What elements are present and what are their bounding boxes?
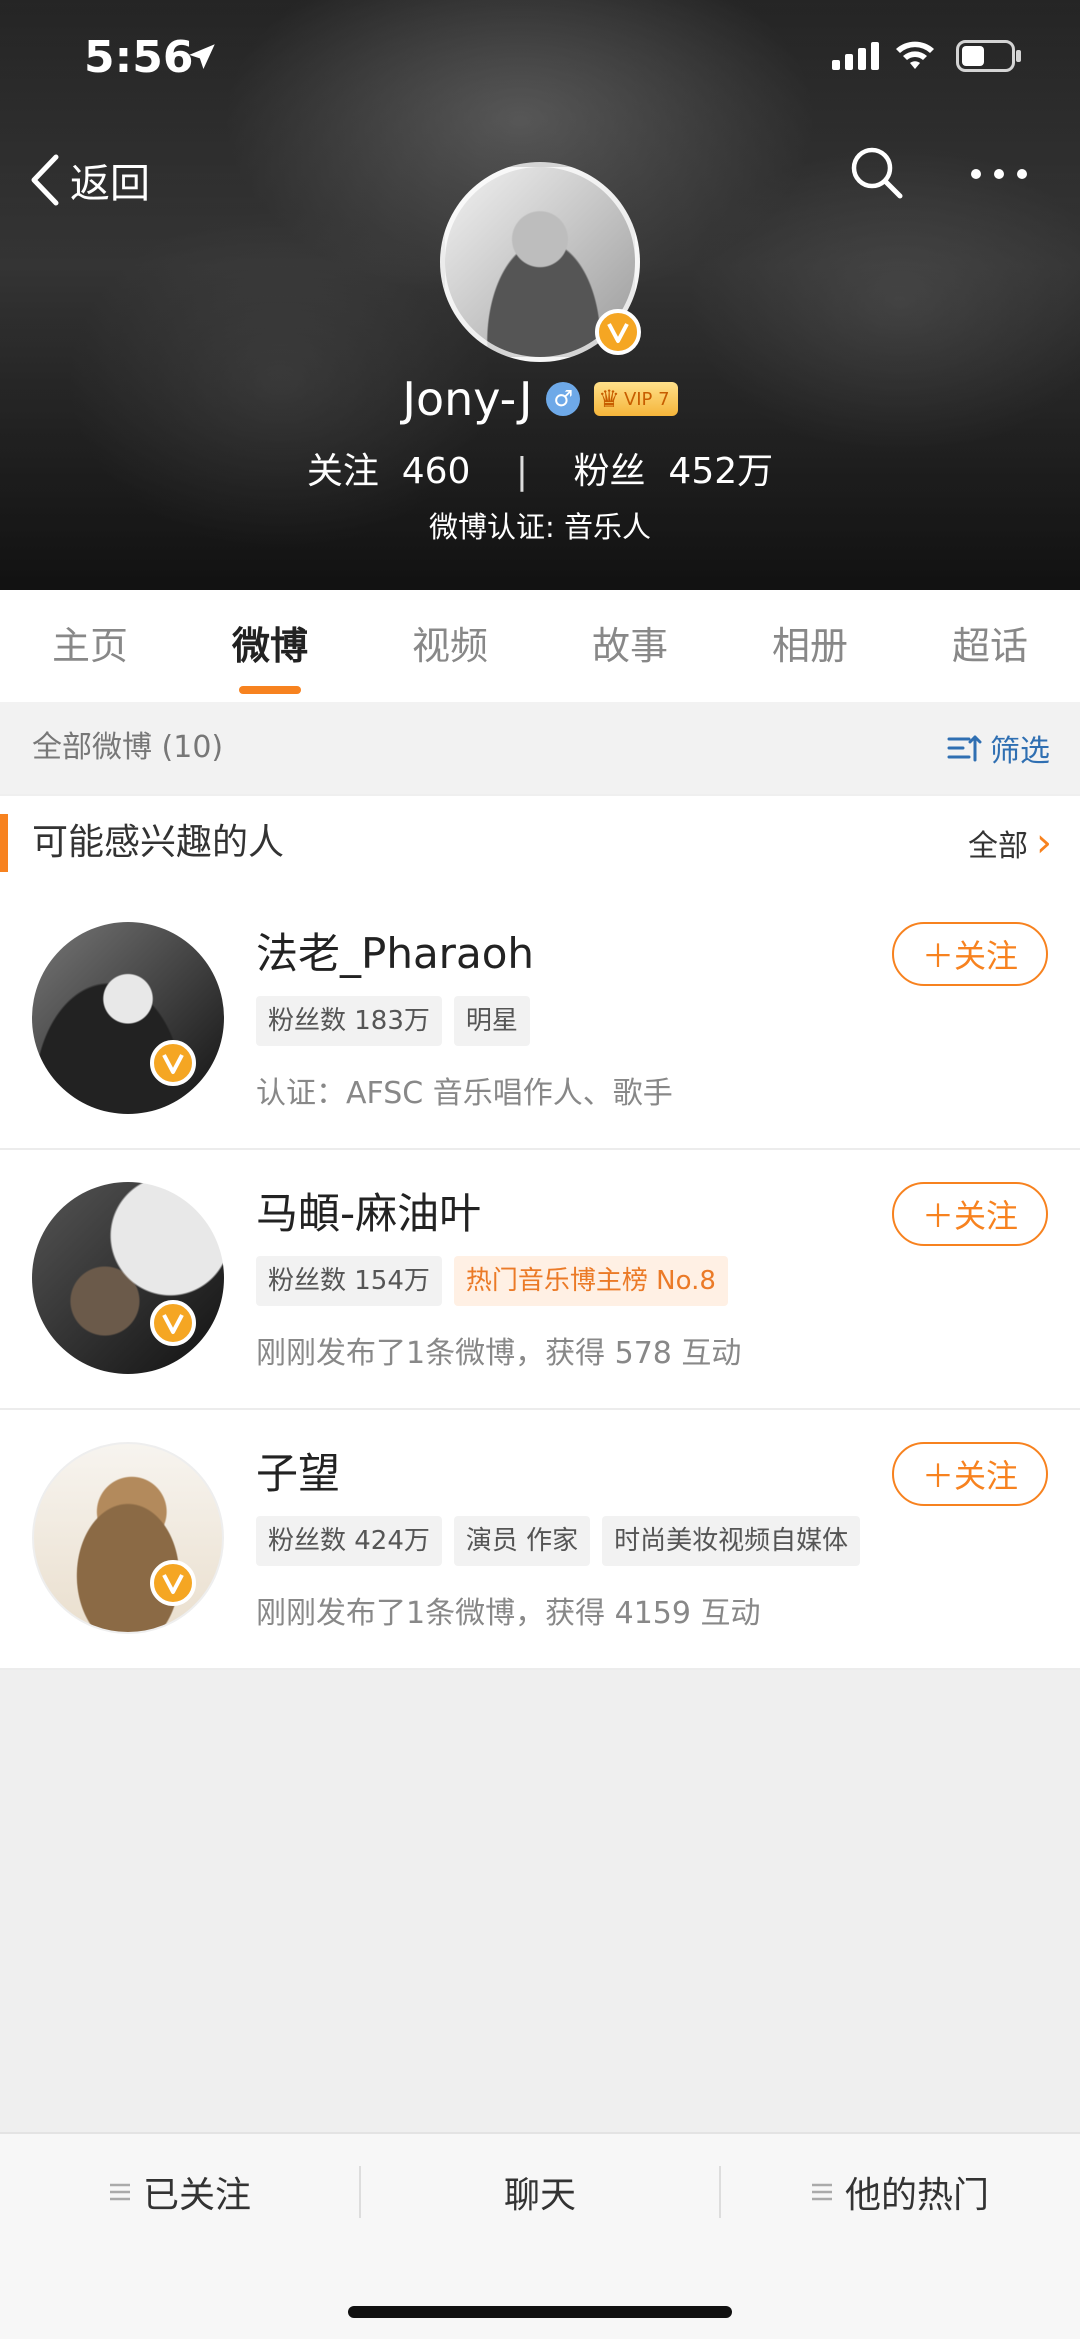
ranking-tag[interactable]: 热门音乐博主榜 No.8	[453, 1256, 728, 1306]
verified-badge-icon	[150, 1040, 196, 1086]
feed-filter-bar: 全部微博 (10) 筛选	[0, 702, 1080, 794]
profile-name: Jony-J	[402, 372, 533, 426]
tab-stories[interactable]: 故事	[540, 590, 720, 702]
filter-icon	[947, 735, 982, 762]
follow-button[interactable]: ＋关注	[892, 1442, 1048, 1506]
followers-link[interactable]: 粉丝 452万	[574, 451, 774, 492]
profile-stats: 关注 460 | 粉丝 452万	[0, 442, 1080, 494]
user-tags: 粉丝数 154万 热门音乐博主榜 No.8	[256, 1256, 728, 1306]
follow-button[interactable]: ＋关注	[892, 1182, 1048, 1246]
search-icon[interactable]	[848, 144, 904, 200]
following-label: 关注	[306, 451, 379, 492]
chat-label: 聊天	[503, 2175, 576, 2216]
battery-icon	[956, 40, 1021, 72]
cellular-signal-icon	[832, 42, 879, 70]
crown-icon: ♛	[598, 385, 620, 413]
suggestions-title: 可能感兴趣的人	[32, 822, 285, 863]
user-description: 认证：AFSC 音乐唱作人、歌手	[256, 1076, 673, 1111]
wifi-icon	[896, 41, 934, 69]
follow-button[interactable]: ＋关注	[892, 922, 1048, 986]
status-bar: 5:56	[0, 0, 1080, 120]
user-tags: 粉丝数 424万 演员 作家 时尚美妆视频自媒体	[256, 1516, 861, 1566]
profile-name-row: Jony-J ♂ ♛ VIP 7	[0, 372, 1080, 426]
follower-count-tag: 粉丝数 424万	[256, 1516, 442, 1566]
stats-separator: |	[515, 451, 529, 492]
profile-avatar[interactable]	[440, 162, 641, 362]
verification-text: 微博认证: 音乐人	[429, 510, 651, 544]
back-label: 返回	[70, 161, 150, 207]
menu-icon	[109, 2183, 130, 2201]
category-tag: 演员 作家	[453, 1516, 591, 1566]
followed-label: 已关注	[142, 2175, 251, 2216]
verified-badge-icon	[595, 309, 641, 355]
chevron-left-icon	[31, 154, 59, 206]
followers-label: 粉丝	[573, 451, 646, 492]
tab-video[interactable]: 视频	[360, 590, 540, 702]
user-description: 刚刚发布了1条微博，获得 578 互动	[256, 1336, 742, 1371]
tab-weibo[interactable]: 微博	[180, 590, 360, 702]
category-tag: 明星	[453, 996, 530, 1046]
avatar[interactable]	[32, 1442, 224, 1634]
chat-button[interactable]: 聊天	[360, 2134, 720, 2250]
section-accent-bar	[0, 814, 8, 872]
verified-badge-icon	[150, 1560, 196, 1606]
user-name[interactable]: 子望	[256, 1440, 340, 1501]
followed-button[interactable]: 已关注	[0, 2134, 360, 2250]
chevron-right-icon: ›	[1036, 820, 1052, 866]
followers-count: 452万	[668, 451, 774, 492]
user-name[interactable]: 法老_Pharaoh	[256, 920, 534, 981]
following-link[interactable]: 关注 460	[307, 451, 471, 492]
tab-album[interactable]: 相册	[720, 590, 900, 702]
filter-label: 筛选	[990, 734, 1050, 769]
profile-tabs: 主页 微博 视频 故事 相册 超话	[0, 590, 1080, 702]
avatar[interactable]	[32, 922, 224, 1114]
vip-badge[interactable]: ♛ VIP 7	[594, 382, 678, 416]
back-button[interactable]: 返回	[28, 140, 150, 220]
following-count: 460	[401, 451, 471, 492]
hot-posts-button[interactable]: 他的热门	[720, 2134, 1080, 2250]
suggested-user-card[interactable]: 法老_Pharaoh ＋关注 粉丝数 183万 明星 认证：AFSC 音乐唱作人…	[0, 890, 1080, 1150]
user-name[interactable]: 马頔-麻油叶	[256, 1180, 481, 1241]
gender-male-icon: ♂	[546, 382, 581, 416]
status-time: 5:56	[84, 32, 194, 83]
avatar[interactable]	[32, 1182, 224, 1374]
see-all-label: 全部	[968, 829, 1028, 864]
verified-badge-icon	[150, 1300, 196, 1346]
menu-icon	[811, 2183, 832, 2201]
user-tags: 粉丝数 183万 明星	[256, 996, 530, 1046]
more-icon[interactable]	[968, 154, 1030, 194]
category-tag: 时尚美妆视频自媒体	[602, 1516, 861, 1566]
filter-button[interactable]: 筛选	[946, 702, 1050, 794]
suggested-user-card[interactable]: 子望 ＋关注 粉丝数 424万 演员 作家 时尚美妆视频自媒体 刚刚发布了1条微…	[0, 1410, 1080, 1670]
vip-level: VIP 7	[623, 388, 670, 410]
tab-home[interactable]: 主页	[0, 590, 180, 702]
tab-super-topic[interactable]: 超话	[900, 590, 1080, 702]
suggested-user-card[interactable]: 马頔-麻油叶 ＋关注 粉丝数 154万 热门音乐博主榜 No.8 刚刚发布了1条…	[0, 1150, 1080, 1410]
see-all-link[interactable]: 全部 ›	[968, 796, 1052, 890]
hot-posts-label: 他的热门	[844, 2175, 989, 2216]
all-posts-label[interactable]: 全部微博 (10)	[32, 702, 223, 794]
follower-count-tag: 粉丝数 154万	[256, 1256, 442, 1306]
home-indicator	[348, 2306, 732, 2318]
suggestions-header: 可能感兴趣的人 全部 ›	[0, 796, 1080, 891]
follower-count-tag: 粉丝数 183万	[256, 996, 442, 1046]
location-arrow-icon	[189, 44, 215, 70]
user-description: 刚刚发布了1条微博，获得 4159 互动	[256, 1596, 761, 1631]
